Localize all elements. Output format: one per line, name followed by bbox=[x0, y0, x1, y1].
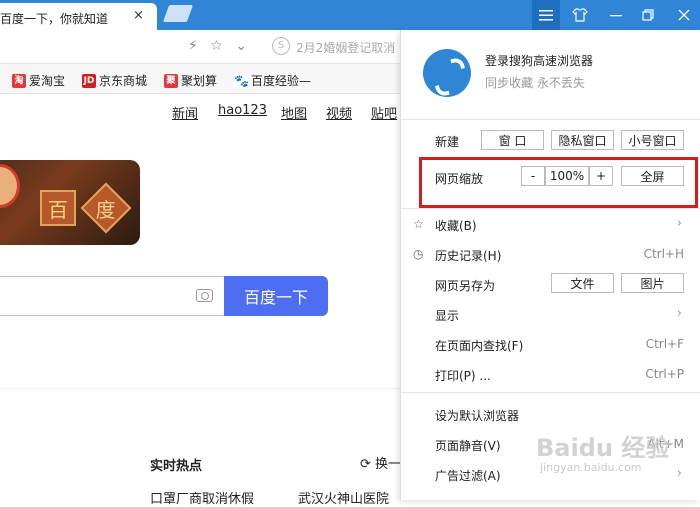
tab-baidu[interactable]: 百度一下，你就知道 × bbox=[0, 3, 157, 30]
nav-link-hao123[interactable]: hao123 bbox=[218, 103, 267, 118]
new-label: 新建 bbox=[435, 135, 460, 149]
minimize-icon bbox=[610, 15, 622, 17]
new-private-window-button[interactable]: 隐私窗口 bbox=[551, 130, 614, 150]
juhuasuan-icon: 聚 bbox=[164, 73, 178, 88]
chevron-right-icon: › bbox=[676, 306, 682, 321]
tab-strip: 百度一下，你就知道 × bbox=[0, 0, 700, 30]
nav-link-video[interactable]: 视频 bbox=[326, 103, 352, 122]
close-tab-icon[interactable]: × bbox=[133, 8, 144, 23]
lightning-icon[interactable]: ⚡ bbox=[188, 38, 198, 54]
chevron-right-icon: › bbox=[676, 466, 682, 481]
menu-separator bbox=[401, 392, 700, 393]
new-tab-button[interactable] bbox=[162, 5, 194, 22]
sogou-search-icon: S bbox=[272, 37, 290, 55]
menu-item-adblock[interactable]: 广告过滤(A) bbox=[435, 467, 501, 484]
bookmark-item[interactable]: 聚 聚划算 bbox=[164, 72, 217, 89]
nav-link-map[interactable]: 地图 bbox=[281, 103, 307, 122]
bookmark-label: 聚划算 bbox=[181, 74, 218, 88]
shortcut-label: Ctrl+P bbox=[645, 367, 684, 381]
camera-icon[interactable] bbox=[196, 289, 213, 302]
new-small-window-button[interactable]: 小号窗口 bbox=[621, 130, 684, 150]
chevron-right-icon: › bbox=[676, 216, 682, 231]
save-image-button[interactable]: 图片 bbox=[621, 273, 684, 293]
tab-title: 百度一下，你就知道 bbox=[0, 12, 109, 26]
bookmark-item[interactable]: JD 京东商城 bbox=[82, 72, 147, 89]
restore-button[interactable] bbox=[632, 0, 664, 30]
refresh-icon: ⟳ bbox=[360, 457, 371, 472]
login-title[interactable]: 登录搜狗高速浏览器 bbox=[485, 52, 593, 69]
address-actions: ⚡ ☆ ⌄ bbox=[188, 38, 247, 54]
hamburger-icon bbox=[539, 10, 553, 21]
menu-separator bbox=[401, 119, 700, 120]
minimize-button[interactable] bbox=[600, 0, 632, 30]
menu-separator bbox=[401, 208, 700, 209]
address-hint[interactable]: 2月2婚姻登记取消 bbox=[296, 39, 395, 56]
bookmark-label: 百度经验— bbox=[251, 74, 312, 88]
menu-item-display[interactable]: 显示 bbox=[435, 307, 459, 324]
bookmark-item[interactable]: 🐾 百度经验— bbox=[234, 72, 311, 89]
highlight-box bbox=[419, 157, 698, 208]
taobao-icon: 淘 bbox=[12, 73, 26, 88]
menu-button[interactable] bbox=[532, 0, 560, 30]
menu-item-history[interactable]: 历史记录(H) bbox=[435, 247, 501, 264]
baidu-paw-icon: 🐾 bbox=[234, 73, 249, 88]
skin-button[interactable] bbox=[564, 0, 596, 30]
shirt-icon bbox=[572, 8, 588, 22]
menu-item-favorites[interactable]: 收藏(B) bbox=[435, 217, 477, 234]
sogou-logo-icon[interactable] bbox=[423, 49, 471, 97]
search-button[interactable]: 百度一下 bbox=[224, 276, 328, 316]
login-subtitle: 同步收藏 永不丢失 bbox=[485, 76, 585, 90]
menu-item-print[interactable]: 打印(P) ... bbox=[435, 367, 491, 384]
close-icon bbox=[678, 9, 690, 21]
lion-dance-icon bbox=[0, 164, 20, 208]
watermark-sub: jingyan.baidu.com bbox=[540, 461, 642, 474]
refresh-label: 换一 bbox=[375, 457, 402, 472]
doodle-char-text: 度 bbox=[96, 197, 116, 222]
menu-item-find[interactable]: 在页面内查找(F) bbox=[435, 337, 523, 354]
hot-title: 实时热点 bbox=[150, 459, 203, 474]
divider bbox=[0, 388, 400, 389]
save-file-button[interactable]: 文件 bbox=[551, 273, 614, 293]
jd-icon: JD bbox=[82, 73, 96, 88]
chevron-down-icon[interactable]: ⌄ bbox=[235, 38, 247, 54]
menu-item-default-browser[interactable]: 设为默认浏览器 bbox=[435, 407, 519, 424]
close-window-button[interactable] bbox=[668, 0, 700, 30]
clock-icon: ◷ bbox=[413, 247, 424, 261]
menu-item-mute[interactable]: 页面静音(V) bbox=[435, 437, 501, 454]
news-item[interactable]: 口罩厂商取消休假 bbox=[150, 488, 254, 507]
doodle-char: 度 bbox=[80, 182, 132, 234]
search-input[interactable] bbox=[0, 276, 224, 316]
menu-item-save-as[interactable]: 网页另存为 bbox=[435, 277, 495, 294]
refresh-button[interactable]: ⟳ 换一 bbox=[360, 453, 401, 472]
doodle-char: 百 bbox=[40, 190, 76, 226]
bookmark-label: 爱淘宝 bbox=[29, 74, 66, 88]
shortcut-label: Ctrl+H bbox=[643, 247, 684, 261]
new-window-button[interactable]: 窗 口 bbox=[481, 130, 544, 150]
star-icon[interactable]: ☆ bbox=[210, 38, 223, 54]
restore-icon bbox=[642, 9, 654, 21]
star-icon: ☆ bbox=[413, 217, 424, 231]
nav-link-tieba[interactable]: 贴吧 bbox=[371, 103, 397, 122]
nav-link-news[interactable]: 新闻 bbox=[172, 103, 198, 122]
news-item[interactable]: 武汉火神山医院 bbox=[298, 488, 389, 507]
watermark: Baidu 经验 bbox=[536, 434, 670, 462]
bookmark-label: 京东商城 bbox=[99, 74, 148, 88]
shortcut-label: Ctrl+F bbox=[645, 337, 684, 351]
baidu-doodle[interactable]: 百 度 bbox=[0, 160, 140, 245]
bookmark-item[interactable]: 淘 爱淘宝 bbox=[12, 72, 65, 89]
